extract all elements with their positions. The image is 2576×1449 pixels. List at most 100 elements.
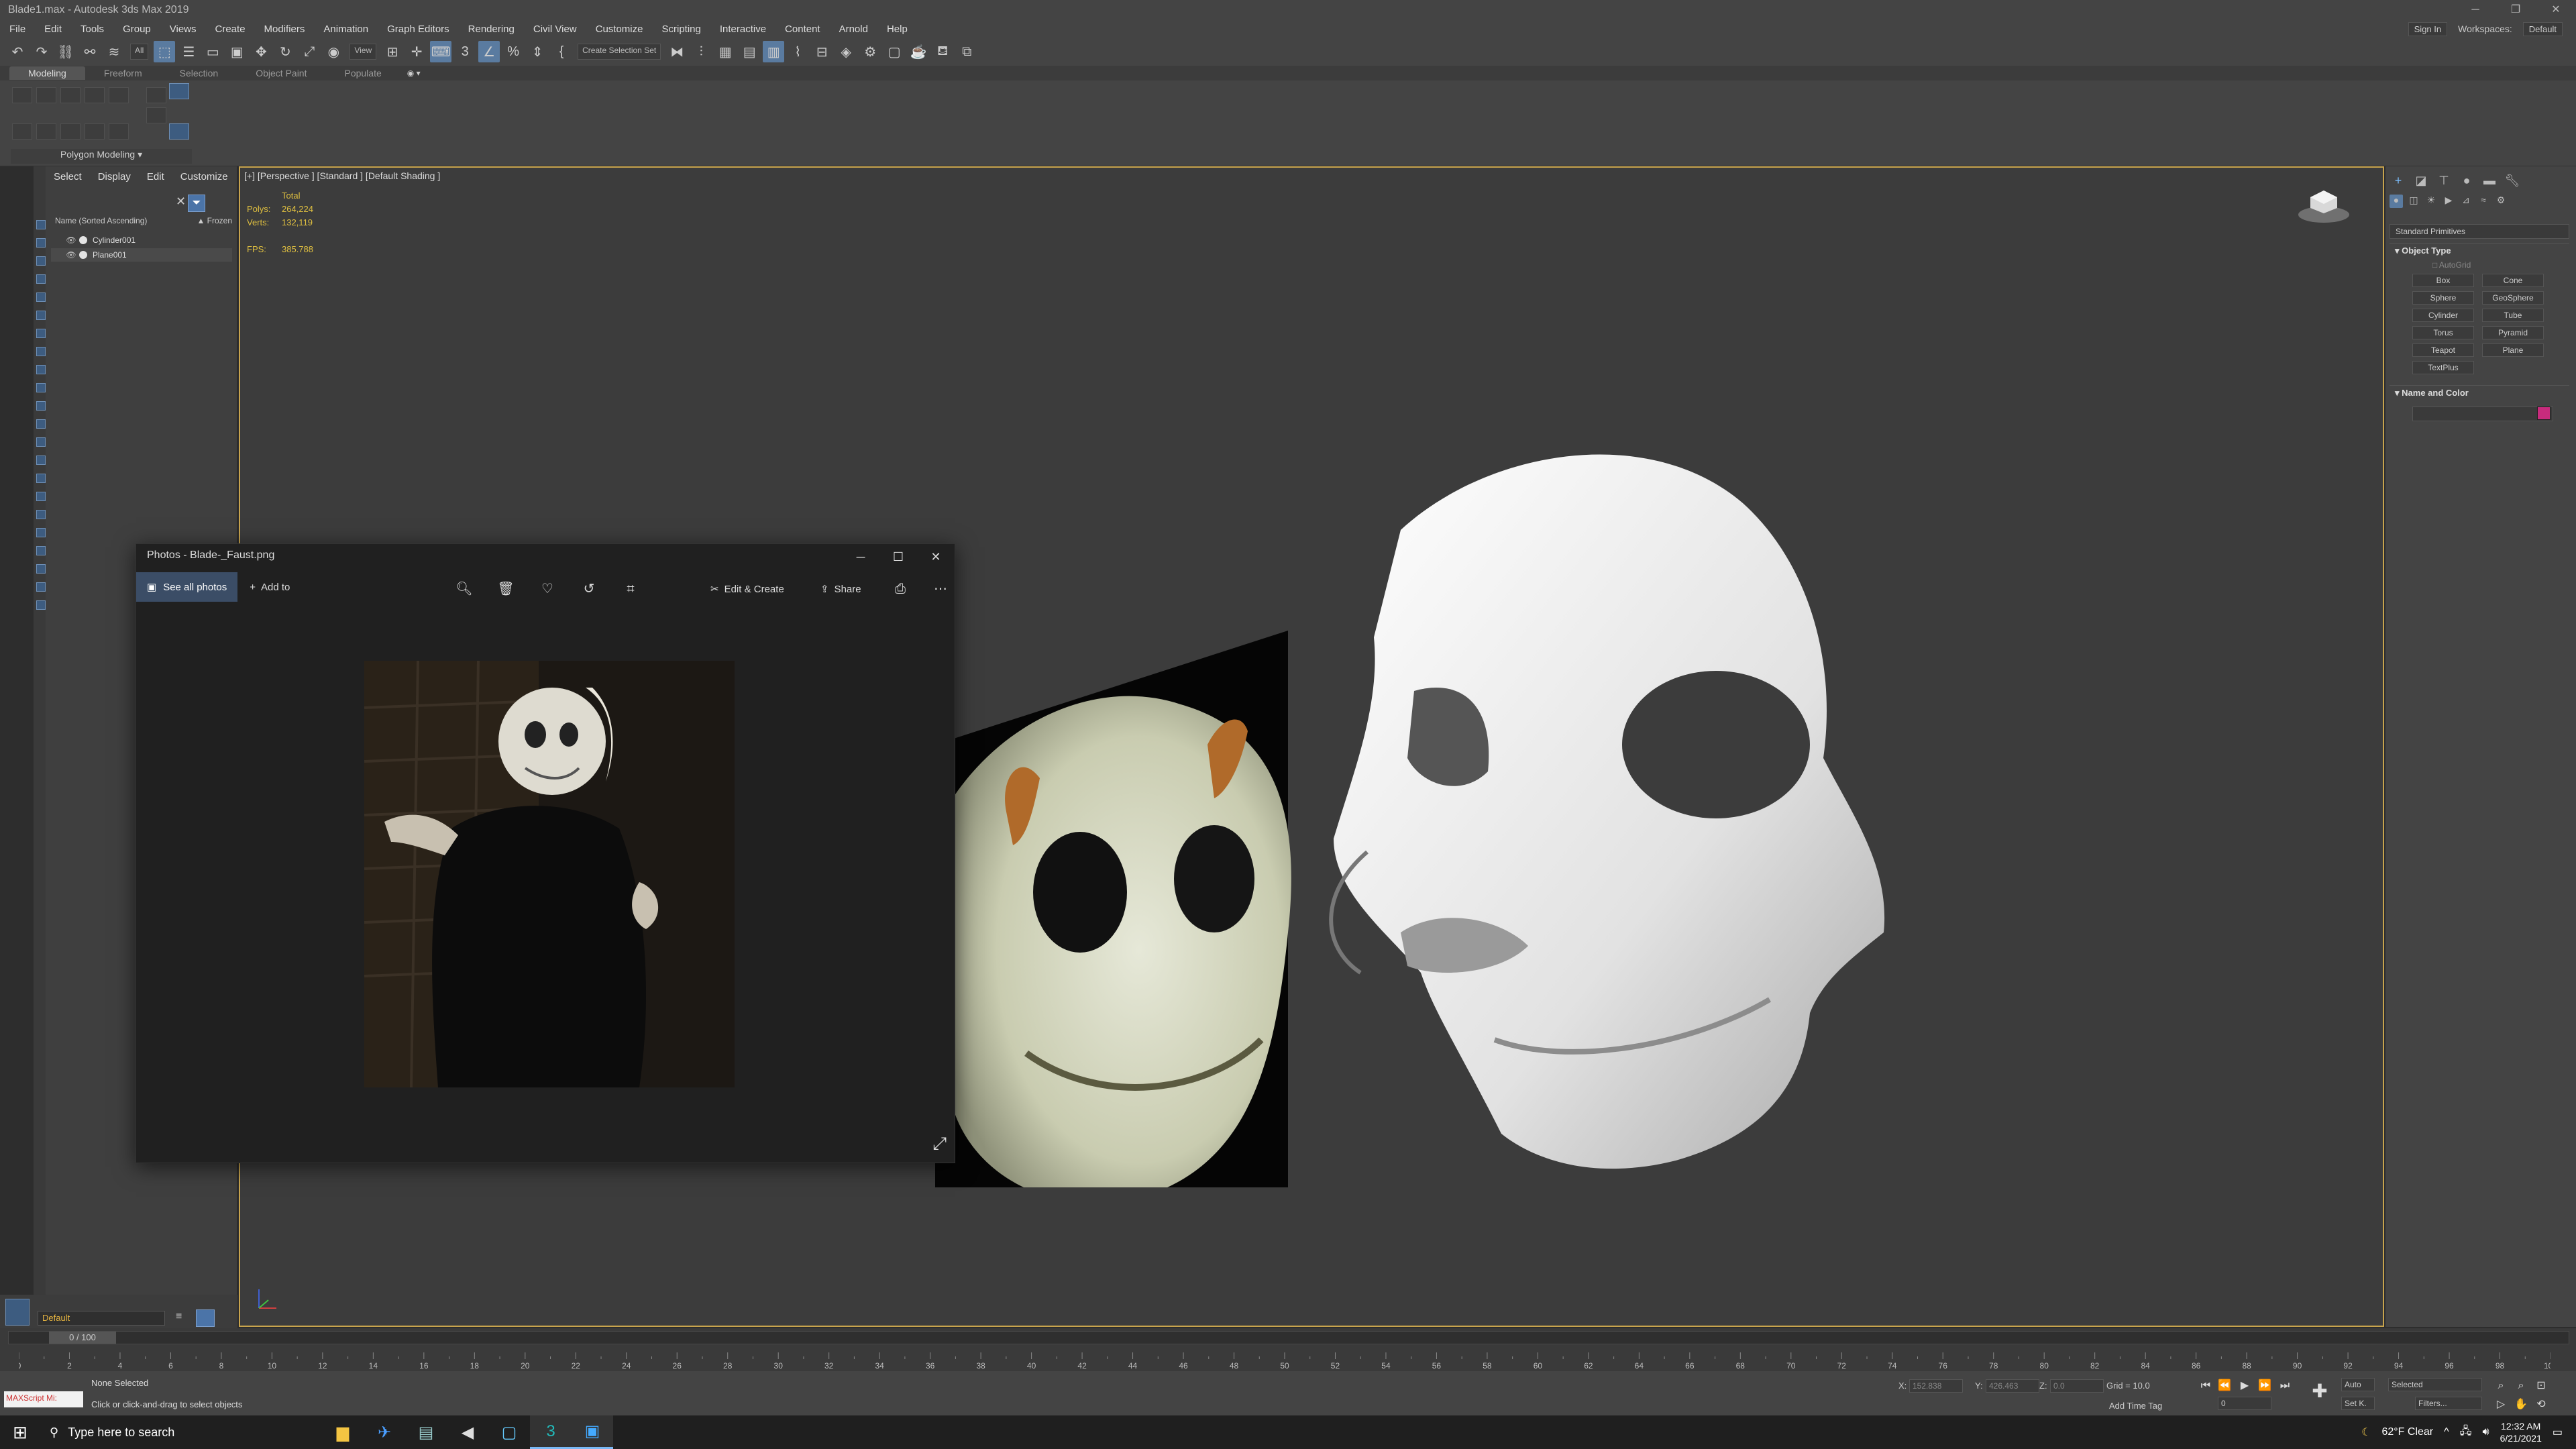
named-selection-dropdown[interactable]: Create Selection Set — [578, 44, 661, 60]
menu-item-views[interactable]: Views — [160, 23, 206, 35]
layer-dropdown[interactable]: Default — [38, 1311, 165, 1326]
hierarchy-tab-icon[interactable]: ⊤ — [2435, 172, 2453, 189]
undo-icon[interactable]: ↶ — [7, 41, 28, 62]
curve-editor-icon[interactable]: ⌇ — [787, 41, 808, 62]
favorite-icon[interactable]: ♡ — [537, 579, 557, 599]
app-icon[interactable]: ✈ — [364, 1415, 405, 1449]
explorer-menu-customize[interactable]: Customize — [172, 171, 236, 182]
clock[interactable]: 12:32 AM 6/21/2021 — [2500, 1420, 2542, 1444]
scene-explorer-search[interactable]: ✕ — [51, 195, 186, 209]
menu-item-interactive[interactable]: Interactive — [710, 23, 775, 35]
tube-button[interactable]: Tube — [2482, 309, 2544, 322]
prev-frame-icon[interactable]: ⏪ — [2216, 1378, 2233, 1394]
file-explorer-icon[interactable]: ▆ — [322, 1415, 364, 1449]
menu-item-file[interactable]: File — [0, 23, 35, 35]
sphere-button[interactable]: Sphere — [2412, 291, 2474, 305]
unlink-icon[interactable]: ⚯ — [79, 41, 101, 62]
bind-spacewarp-icon[interactable]: ≋ — [103, 41, 125, 62]
ribbon-button[interactable] — [146, 87, 166, 103]
play-icon[interactable]: ▶ — [2237, 1378, 2253, 1394]
list-item[interactable]: 👁 Plane001 — [51, 248, 232, 262]
layer-toggle-button[interactable] — [5, 1299, 30, 1326]
orbit-icon[interactable]: ⟲ — [2533, 1397, 2549, 1413]
column-frozen[interactable]: ▲ Frozen — [197, 216, 232, 228]
render-iterative-icon[interactable]: ⛾ — [932, 41, 953, 62]
ribbon-button[interactable] — [85, 87, 105, 103]
time-slider-handle[interactable]: 0 / 100 — [49, 1332, 116, 1344]
goto-end-icon[interactable]: ⏭ — [2277, 1378, 2293, 1394]
explorer-filter-icon[interactable] — [36, 600, 46, 610]
explorer-filter-icon[interactable] — [36, 274, 46, 284]
filter-icon[interactable]: ⏷ — [188, 195, 205, 212]
add-time-tag[interactable]: Add Time Tag — [2109, 1401, 2162, 1411]
move-icon[interactable]: ✥ — [250, 41, 272, 62]
share-button[interactable]: ⇪ Share — [820, 579, 861, 599]
geosphere-button[interactable]: GeoSphere — [2482, 291, 2544, 305]
explorer-filter-icon[interactable] — [36, 383, 46, 392]
edit-named-sets-icon[interactable]: { — [551, 41, 572, 62]
ribbon-button[interactable] — [36, 87, 56, 103]
maxscript-listener[interactable]: MAXScript Mi: — [4, 1391, 83, 1407]
primitive-type-dropdown[interactable]: Standard Primitives — [2390, 224, 2569, 239]
field-of-view-icon[interactable]: ▷ — [2493, 1397, 2509, 1413]
ribbon-button[interactable] — [109, 123, 129, 140]
snaps-toggle-icon[interactable]: 3 — [454, 41, 476, 62]
explorer-menu-edit[interactable]: Edit — [139, 171, 172, 182]
create-tab-icon[interactable]: + — [2390, 172, 2407, 189]
pyramid-button[interactable]: Pyramid — [2482, 326, 2544, 339]
explorer-filter-icon[interactable] — [36, 455, 46, 465]
mirror-icon[interactable]: ⧓ — [666, 41, 688, 62]
explorer-filter-icon[interactable] — [36, 564, 46, 574]
window-crossing-icon[interactable]: ▣ — [226, 41, 248, 62]
name-color-rollout[interactable]: ▾ Name and Color — [2390, 385, 2569, 400]
tab-object-paint[interactable]: Object Paint — [237, 66, 325, 80]
textplus-button[interactable]: TextPlus — [2412, 361, 2474, 374]
menu-item-scripting[interactable]: Scripting — [652, 23, 710, 35]
cone-button[interactable]: Cone — [2482, 274, 2544, 287]
scale-icon[interactable]: ⤢ — [299, 41, 320, 62]
app-icon[interactable]: ▢ — [488, 1415, 530, 1449]
explorer-filter-icon[interactable] — [36, 474, 46, 483]
explorer-filter-icon[interactable] — [36, 510, 46, 519]
app-icon[interactable]: ▤ — [405, 1415, 447, 1449]
spacewarps-icon[interactable]: ≈ — [2477, 195, 2490, 208]
schematic-view-icon[interactable]: ⊟ — [811, 41, 833, 62]
ribbon-button[interactable] — [12, 123, 32, 140]
key-filter-dropdown[interactable]: Selected — [2388, 1378, 2482, 1391]
rotate-icon[interactable]: ↺ — [579, 579, 599, 599]
visibility-icon[interactable]: 👁 — [66, 235, 76, 245]
torus-button[interactable]: Torus — [2412, 326, 2474, 339]
explorer-filter-icon[interactable] — [36, 492, 46, 501]
ribbon-options-icon[interactable]: ◉ ▾ — [407, 68, 421, 78]
explorer-menu-display[interactable]: Display — [90, 171, 139, 182]
time-slider[interactable]: 0 / 100 — [8, 1331, 2569, 1344]
teapot-button[interactable]: Teapot — [2412, 343, 2474, 357]
column-name[interactable]: Name (Sorted Ascending) — [51, 216, 197, 228]
pivot-icon[interactable]: ⊞ — [382, 41, 403, 62]
lights-icon[interactable]: ☀ — [2424, 195, 2438, 208]
minimize-icon[interactable]: ─ — [842, 544, 879, 570]
edit-create-button[interactable]: ✂ Edit & Create — [710, 579, 784, 599]
ribbon-button[interactable] — [36, 123, 56, 140]
z-field[interactable]: 0.0 — [2050, 1379, 2104, 1393]
explorer-filter-icon[interactable] — [36, 292, 46, 302]
photos-window[interactable]: Photos - Blade-_Faust.png ─ ☐ ✕ ▣ See all… — [136, 543, 955, 1163]
redo-icon[interactable]: ↷ — [31, 41, 52, 62]
next-frame-icon[interactable]: ⏩ — [2257, 1378, 2273, 1394]
maximize-icon[interactable]: ☐ — [879, 544, 917, 570]
explorer-filter-icon[interactable] — [36, 437, 46, 447]
ribbon-button[interactable] — [169, 123, 189, 140]
cameras-icon[interactable]: ▶ — [2442, 195, 2455, 208]
delete-icon[interactable]: 🗑︎ — [496, 579, 516, 599]
link-icon[interactable]: ⛓ — [55, 41, 76, 62]
menu-item-tools[interactable]: Tools — [71, 23, 113, 35]
selection-filter-dropdown[interactable]: All — [130, 44, 149, 60]
keyboard-shortcut-icon[interactable]: ⌨ — [430, 41, 452, 62]
menu-item-help[interactable]: Help — [877, 23, 917, 35]
render-a360-icon[interactable]: ⧉ — [956, 41, 977, 62]
reference-coord-dropdown[interactable]: View — [350, 44, 377, 60]
taskbar-search[interactable]: ⚲ Type here to search — [40, 1415, 322, 1449]
rotate-icon[interactable]: ↻ — [274, 41, 296, 62]
ribbon-button[interactable] — [109, 87, 129, 103]
explorer-filter-icon[interactable] — [36, 238, 46, 248]
